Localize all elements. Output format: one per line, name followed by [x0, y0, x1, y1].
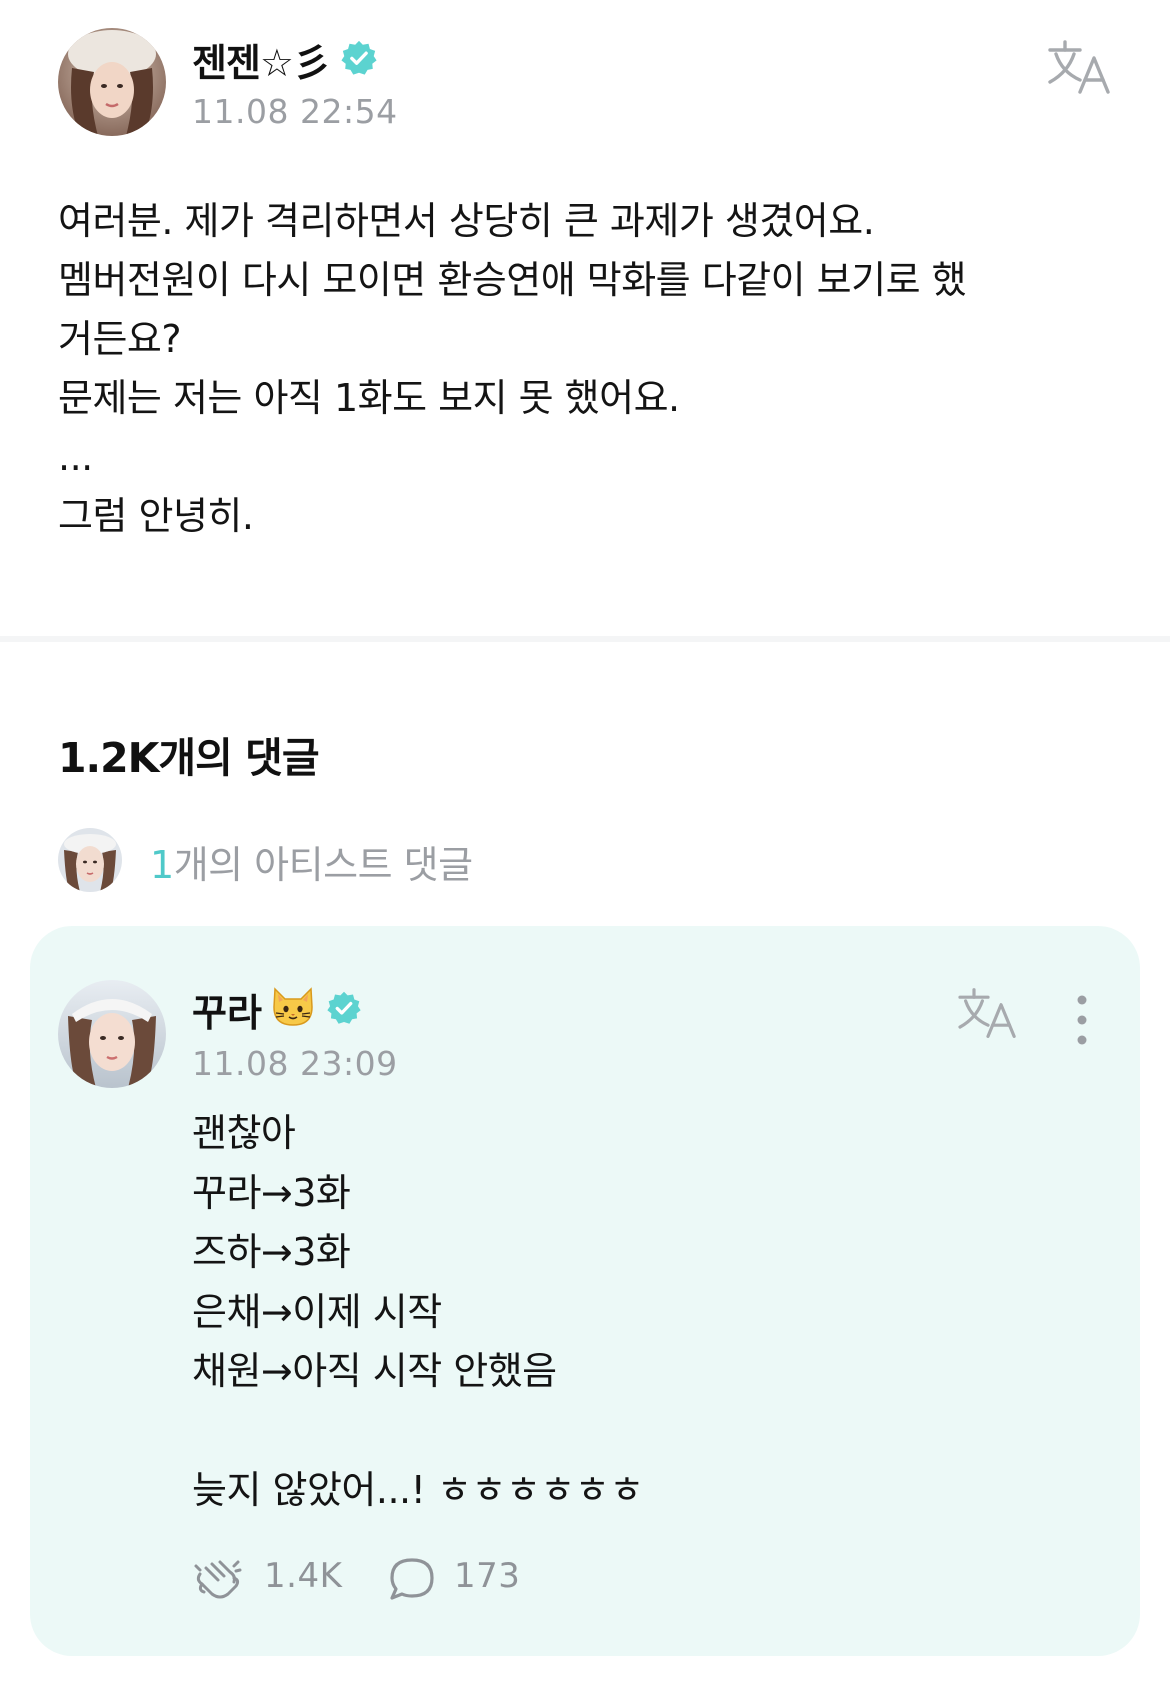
- author-name-text: 젠젠☆彡: [192, 41, 331, 85]
- comment-translate-button[interactable]: [956, 986, 1020, 1042]
- cat-face-icon: [270, 985, 316, 1038]
- artist-comments-label-text: 개의 아티스트 댓글: [173, 843, 473, 887]
- comment-timestamp: 11.08 23:09: [192, 1044, 398, 1083]
- comment-reactions: 1.4K 173: [192, 1550, 792, 1606]
- reply-count: 173: [454, 1556, 521, 1596]
- post-timestamp: 11.08 22:54: [192, 92, 398, 131]
- translate-icon: [1048, 40, 1110, 94]
- translate-icon: [958, 988, 1016, 1038]
- cheer-hands-icon: [194, 1560, 242, 1599]
- more-vertical-icon: [1077, 995, 1087, 1045]
- author-name[interactable]: 젠젠☆彡: [192, 32, 378, 89]
- more-options-button[interactable]: [1070, 992, 1094, 1048]
- verified-badge-icon: [340, 39, 378, 86]
- author-avatar[interactable]: [58, 28, 166, 136]
- artist-comment-card: 꾸라 11.08 23:09 괜찮아 꾸라→3화 즈하→3화 은채→이제 시작 …: [30, 926, 1140, 1656]
- artist-comment-count: 1: [150, 843, 174, 887]
- section-divider: [0, 636, 1170, 642]
- like-count: 1.4K: [264, 1556, 343, 1596]
- artist-avatar: [58, 828, 122, 892]
- comment-body: 괜찮아 꾸라→3화 즈하→3화 은채→이제 시작 채원→아직 시작 안했음 늦지…: [192, 1111, 644, 1512]
- artist-comments-label: 1개의 아티스트 댓글: [150, 834, 473, 889]
- reply-button[interactable]: 173: [388, 1550, 568, 1606]
- like-button[interactable]: 1.4K: [192, 1550, 362, 1606]
- speech-bubble-icon: [390, 1558, 434, 1600]
- artist-comments-link[interactable]: 1개의 아티스트 댓글: [58, 828, 578, 892]
- comment-author-avatar[interactable]: [58, 980, 166, 1088]
- post-body: 여러분. 제가 격리하면서 상당히 큰 과제가 생겼어요. 멤버전원이 다시 모…: [58, 199, 967, 538]
- post-header: 젠젠☆彡 11.08 22:54: [58, 28, 1118, 138]
- verified-badge-icon: [326, 990, 362, 1035]
- translate-button[interactable]: [1046, 38, 1114, 98]
- comment-author-text: 꾸라: [192, 991, 262, 1035]
- comment-author-name[interactable]: 꾸라: [192, 982, 362, 1042]
- comments-count-title: 1.2K개의 댓글: [58, 734, 320, 782]
